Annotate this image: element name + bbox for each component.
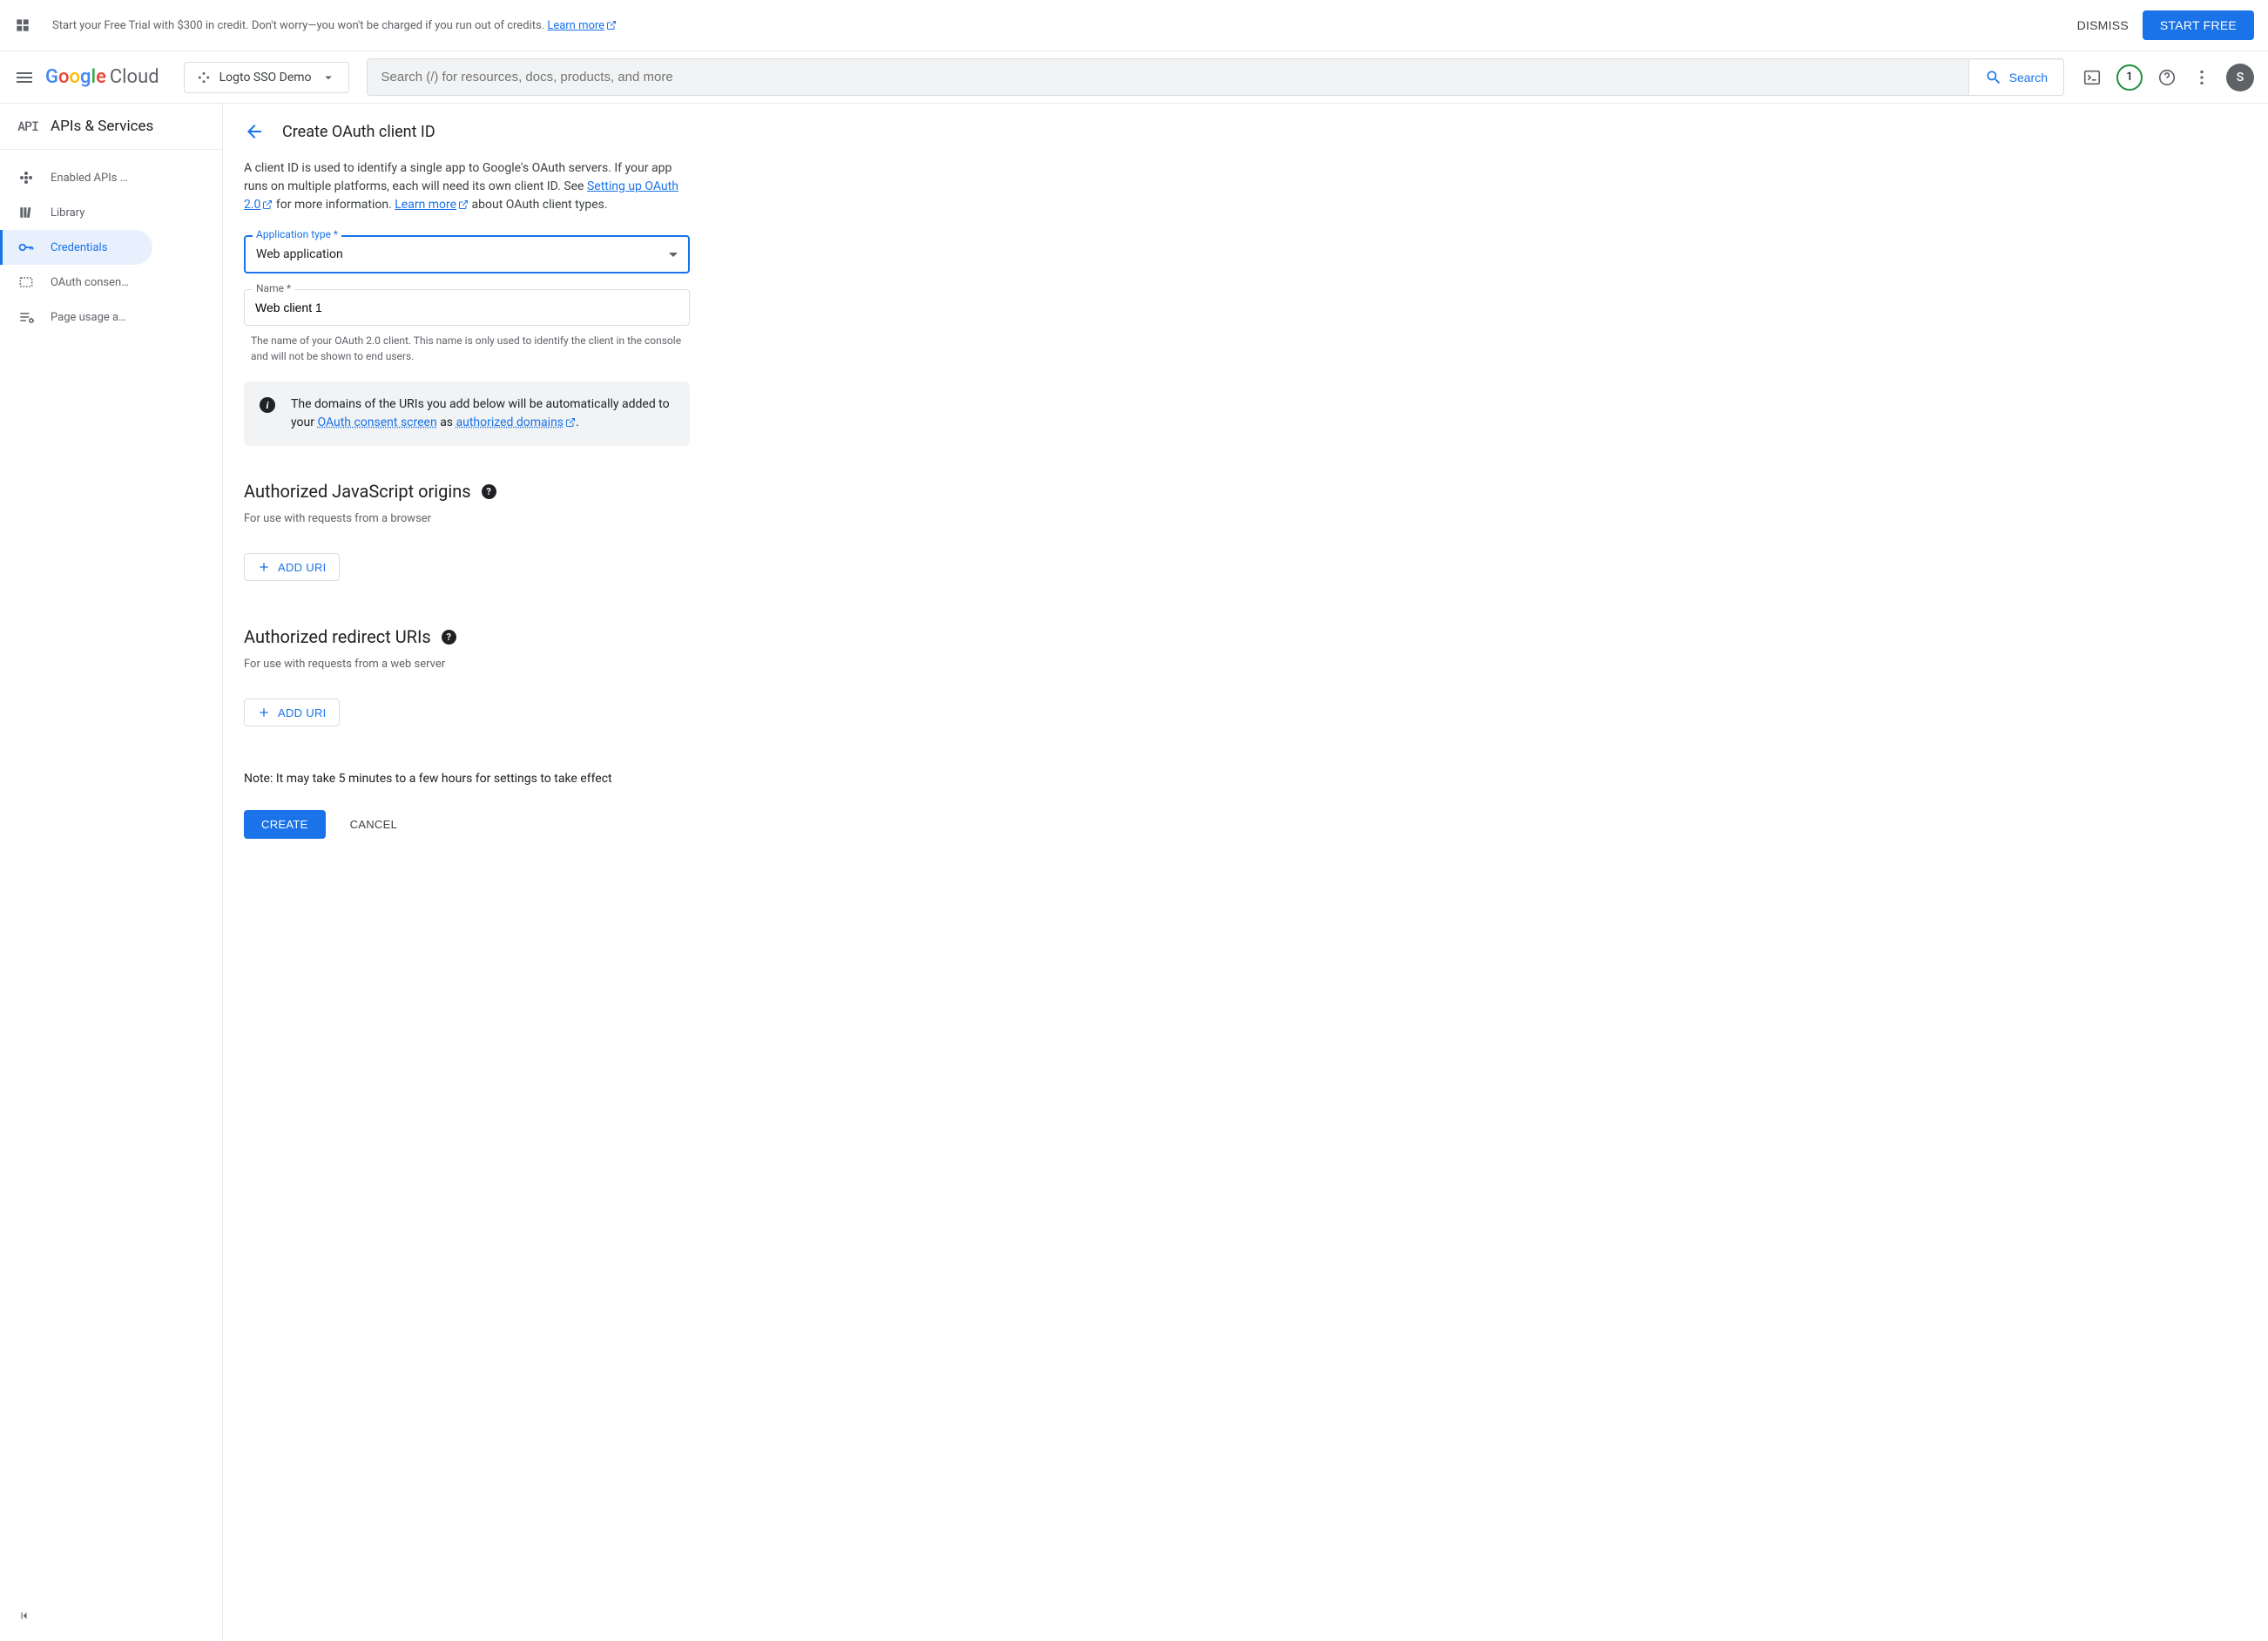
more-options-icon[interactable] [2191,67,2212,88]
info-text: The domains of the URIs you add below wi… [291,395,674,432]
name-label: Name * [253,282,294,294]
chevron-down-icon [669,253,678,257]
help-icon[interactable]: ? [482,484,496,499]
sidebar-header: API APIs & Services [0,104,222,150]
application-type-field: Application type * Web application [244,235,690,274]
sidebar-item-label: Library [51,206,84,219]
usage-icon [17,308,35,326]
add-js-origin-button[interactable]: ADD URI [244,553,340,581]
scope-icon [197,71,211,84]
page-title: Create OAuth client ID [282,123,435,141]
note-text: Note: It may take 5 minutes to a few hou… [244,772,690,786]
gift-icon [14,17,31,34]
chevron-down-icon [321,70,336,85]
hamburger-menu-icon[interactable] [14,67,35,88]
sidebar-item-label: Enabled APIs … [51,172,127,185]
dashboard-icon [17,169,35,186]
info-box: i The domains of the URIs you add below … [244,382,690,446]
sidebar-item-label: OAuth consen… [51,276,129,289]
dismiss-button[interactable]: DISMISS [2063,11,2143,39]
user-avatar[interactable]: S [2226,64,2254,91]
key-icon [17,239,35,256]
project-selector[interactable]: Logto SSO Demo [184,62,349,93]
consent-icon [17,274,35,291]
js-origins-title: Authorized JavaScript origins [244,481,471,502]
js-origins-section: Authorized JavaScript origins ? For use … [244,481,690,581]
redirect-uris-desc: For use with requests from a web server [244,658,690,671]
search-button[interactable]: Search [1968,60,2063,95]
search-box: Search [367,58,2064,96]
trial-credits-badge[interactable]: 1 [2116,64,2143,91]
info-icon: i [260,397,275,413]
sidebar-item-enabled-apis[interactable]: Enabled APIs … [0,160,152,195]
free-trial-banner: Start your Free Trial with $300 in credi… [0,0,2268,51]
project-name: Logto SSO Demo [219,71,312,84]
sidebar-item-oauth-consent[interactable]: OAuth consen… [0,265,152,300]
content-area: Create OAuth client ID A client ID is us… [223,104,2268,1641]
search-input[interactable] [368,59,1968,95]
intro-text: A client ID is used to identify a single… [244,159,690,214]
sidebar-item-page-usage[interactable]: Page usage a… [0,300,152,334]
action-buttons: CREATE CANCEL [244,810,690,839]
banner-text: Start your Free Trial with $300 in credi… [52,19,2063,32]
authorized-domains-link[interactable]: authorized domains [456,415,577,429]
sidebar-item-label: Credentials [51,241,107,254]
redirect-uris-section: Authorized redirect URIs ? For use with … [244,626,690,726]
learn-more-link[interactable]: Learn more [395,198,469,212]
application-type-label: Application type * [253,228,341,240]
redirect-uris-title: Authorized redirect URIs [244,626,431,647]
app-header: GoogleCloud Logto SSO Demo Search 1 S [0,51,2268,104]
sidebar-item-label: Page usage a… [51,311,126,324]
cloud-shell-icon[interactable] [2082,67,2103,88]
api-icon: API [17,118,38,135]
application-type-value: Web application [256,247,343,261]
sidebar-item-library[interactable]: Library [0,195,152,230]
help-icon[interactable] [2157,67,2177,88]
back-arrow-icon[interactable] [244,121,265,142]
banner-learn-more-link[interactable]: Learn more [547,19,617,32]
create-button[interactable]: CREATE [244,810,326,839]
application-type-select[interactable]: Web application [244,235,690,274]
name-input[interactable] [244,289,690,326]
name-help-text: The name of your OAuth 2.0 client. This … [251,333,690,364]
plus-icon [257,706,271,719]
start-free-button[interactable]: START FREE [2143,10,2254,40]
plus-icon [257,560,271,574]
content-header: Create OAuth client ID [223,104,2268,159]
sidebar-title: APIs & Services [51,118,153,135]
oauth-consent-link[interactable]: OAuth consent screen [317,415,436,429]
name-field-wrapper: Name * [244,289,690,326]
help-icon[interactable]: ? [442,630,456,645]
search-icon [1985,69,2002,86]
cancel-button[interactable]: CANCEL [336,810,412,839]
add-redirect-uri-button[interactable]: ADD URI [244,699,340,726]
sidebar-item-credentials[interactable]: Credentials [0,230,152,265]
sidebar: API APIs & Services Enabled APIs … Libra… [0,104,223,1641]
library-icon [17,204,35,221]
js-origins-desc: For use with requests from a browser [244,512,690,525]
google-cloud-logo[interactable]: GoogleCloud [45,66,159,88]
